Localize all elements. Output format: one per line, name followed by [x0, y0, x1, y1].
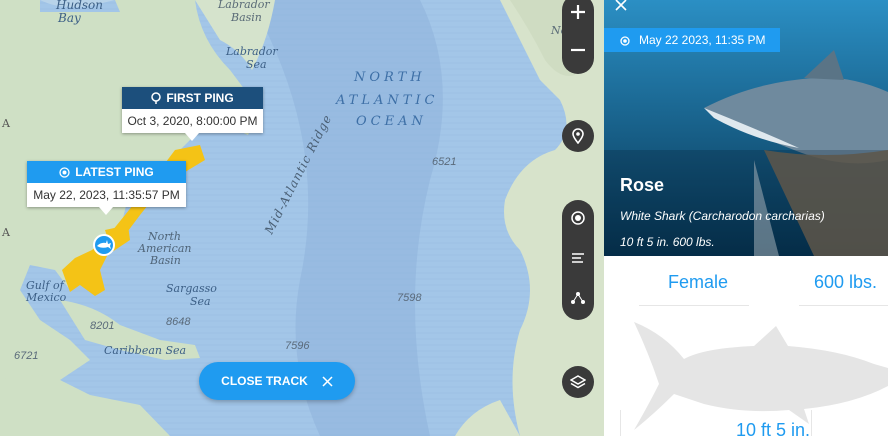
zoom-out-button[interactable] — [562, 34, 594, 66]
close-icon — [322, 375, 333, 387]
ping-date: May 22 2023, 11:35 PM — [639, 33, 766, 47]
close-track-label: CLOSE TRACK — [221, 374, 308, 388]
ocean-label-atlantic: ATLANTIC — [336, 93, 439, 108]
plus-icon — [571, 5, 585, 19]
track-tools — [562, 200, 594, 320]
target-icon — [620, 30, 630, 54]
shark-size-line: 10 ft 5 in. 600 lbs. — [620, 235, 715, 249]
map-pin-icon — [572, 128, 584, 144]
pin-icon — [151, 89, 162, 111]
weight-value: 600 lbs. — [814, 272, 878, 292]
nodes-icon — [571, 292, 585, 304]
gulf-of-mexico-label-2: Mexico — [26, 291, 67, 304]
north-american-basin-label-3: Basin — [150, 254, 181, 267]
shark-silhouette — [634, 322, 888, 430]
first-ping-popup[interactable]: FIRST PING Oct 3, 2020, 8:00:00 PM — [122, 87, 263, 141]
depth-label: 6521 — [432, 156, 457, 168]
first-ping-title: FIRST PING — [166, 91, 234, 105]
close-panel-button[interactable] — [614, 0, 628, 17]
list-icon — [572, 253, 584, 263]
target-icon — [571, 211, 585, 225]
target-icon — [59, 163, 70, 185]
share-button[interactable] — [562, 282, 594, 314]
latest-ping-popup[interactable]: LATEST PING May 22, 2023, 11:35:57 PM — [27, 161, 186, 215]
minus-icon — [571, 48, 585, 52]
labrador-basin-label-1: Labrador — [218, 0, 270, 11]
locate-button[interactable] — [562, 120, 594, 152]
latest-ping-title: LATEST PING — [75, 165, 154, 179]
ocean-label-north: NORTH — [354, 70, 426, 85]
labrador-sea-label-2: Sea — [246, 58, 267, 71]
latest-ping-date: May 22, 2023, 11:35:57 PM — [27, 183, 186, 207]
depth-label: 6721 — [14, 350, 39, 362]
labrador-sea-label-1: Labrador — [226, 45, 278, 58]
length-value: 10 ft 5 in. — [736, 420, 811, 436]
edge-label-a-2: A — [2, 226, 10, 239]
depth-label: 7596 — [285, 340, 310, 352]
zoom-in-button[interactable] — [562, 0, 594, 28]
sargasso-sea-label-1: Sargasso — [166, 282, 217, 295]
zoom-controls — [562, 0, 594, 74]
labrador-basin-label-2: Basin — [231, 11, 262, 24]
shark-name: Rose — [620, 175, 665, 195]
sargasso-sea-label-2: Sea — [190, 295, 211, 308]
gender-value: Female — [668, 272, 729, 292]
ping-date-badge: May 22 2023, 11:35 PM — [604, 28, 780, 52]
caribbean-sea-label: Caribbean Sea — [104, 344, 187, 357]
layers-button[interactable] — [562, 366, 594, 398]
depth-label: 8201 — [90, 320, 115, 332]
first-ping-date: Oct 3, 2020, 8:00:00 PM — [122, 109, 263, 133]
layers-icon — [570, 375, 586, 389]
shark-icon — [97, 240, 111, 249]
latest-ping-marker[interactable] — [93, 234, 115, 256]
ocean-label-ocean: OCEAN — [356, 114, 427, 129]
list-button[interactable] — [562, 242, 594, 274]
depth-label: 7598 — [397, 292, 422, 304]
map-view[interactable]: Hudson Bay Labrador Basin Labrador Sea N… — [0, 0, 604, 436]
hudson-bay-label-2: Bay — [58, 11, 81, 25]
close-icon — [615, 0, 627, 11]
shark-detail-panel: May 22 2023, 11:35 PM Rose White Shark (… — [604, 0, 888, 436]
edge-label-a-1: A — [2, 117, 10, 130]
depth-label: 8648 — [166, 316, 191, 328]
ping-button[interactable] — [562, 202, 594, 234]
close-track-button[interactable]: CLOSE TRACK — [199, 362, 355, 400]
shark-photo: May 22 2023, 11:35 PM Rose White Shark (… — [604, 0, 888, 256]
shark-species: White Shark (Carcharodon carcharias) — [620, 209, 825, 223]
